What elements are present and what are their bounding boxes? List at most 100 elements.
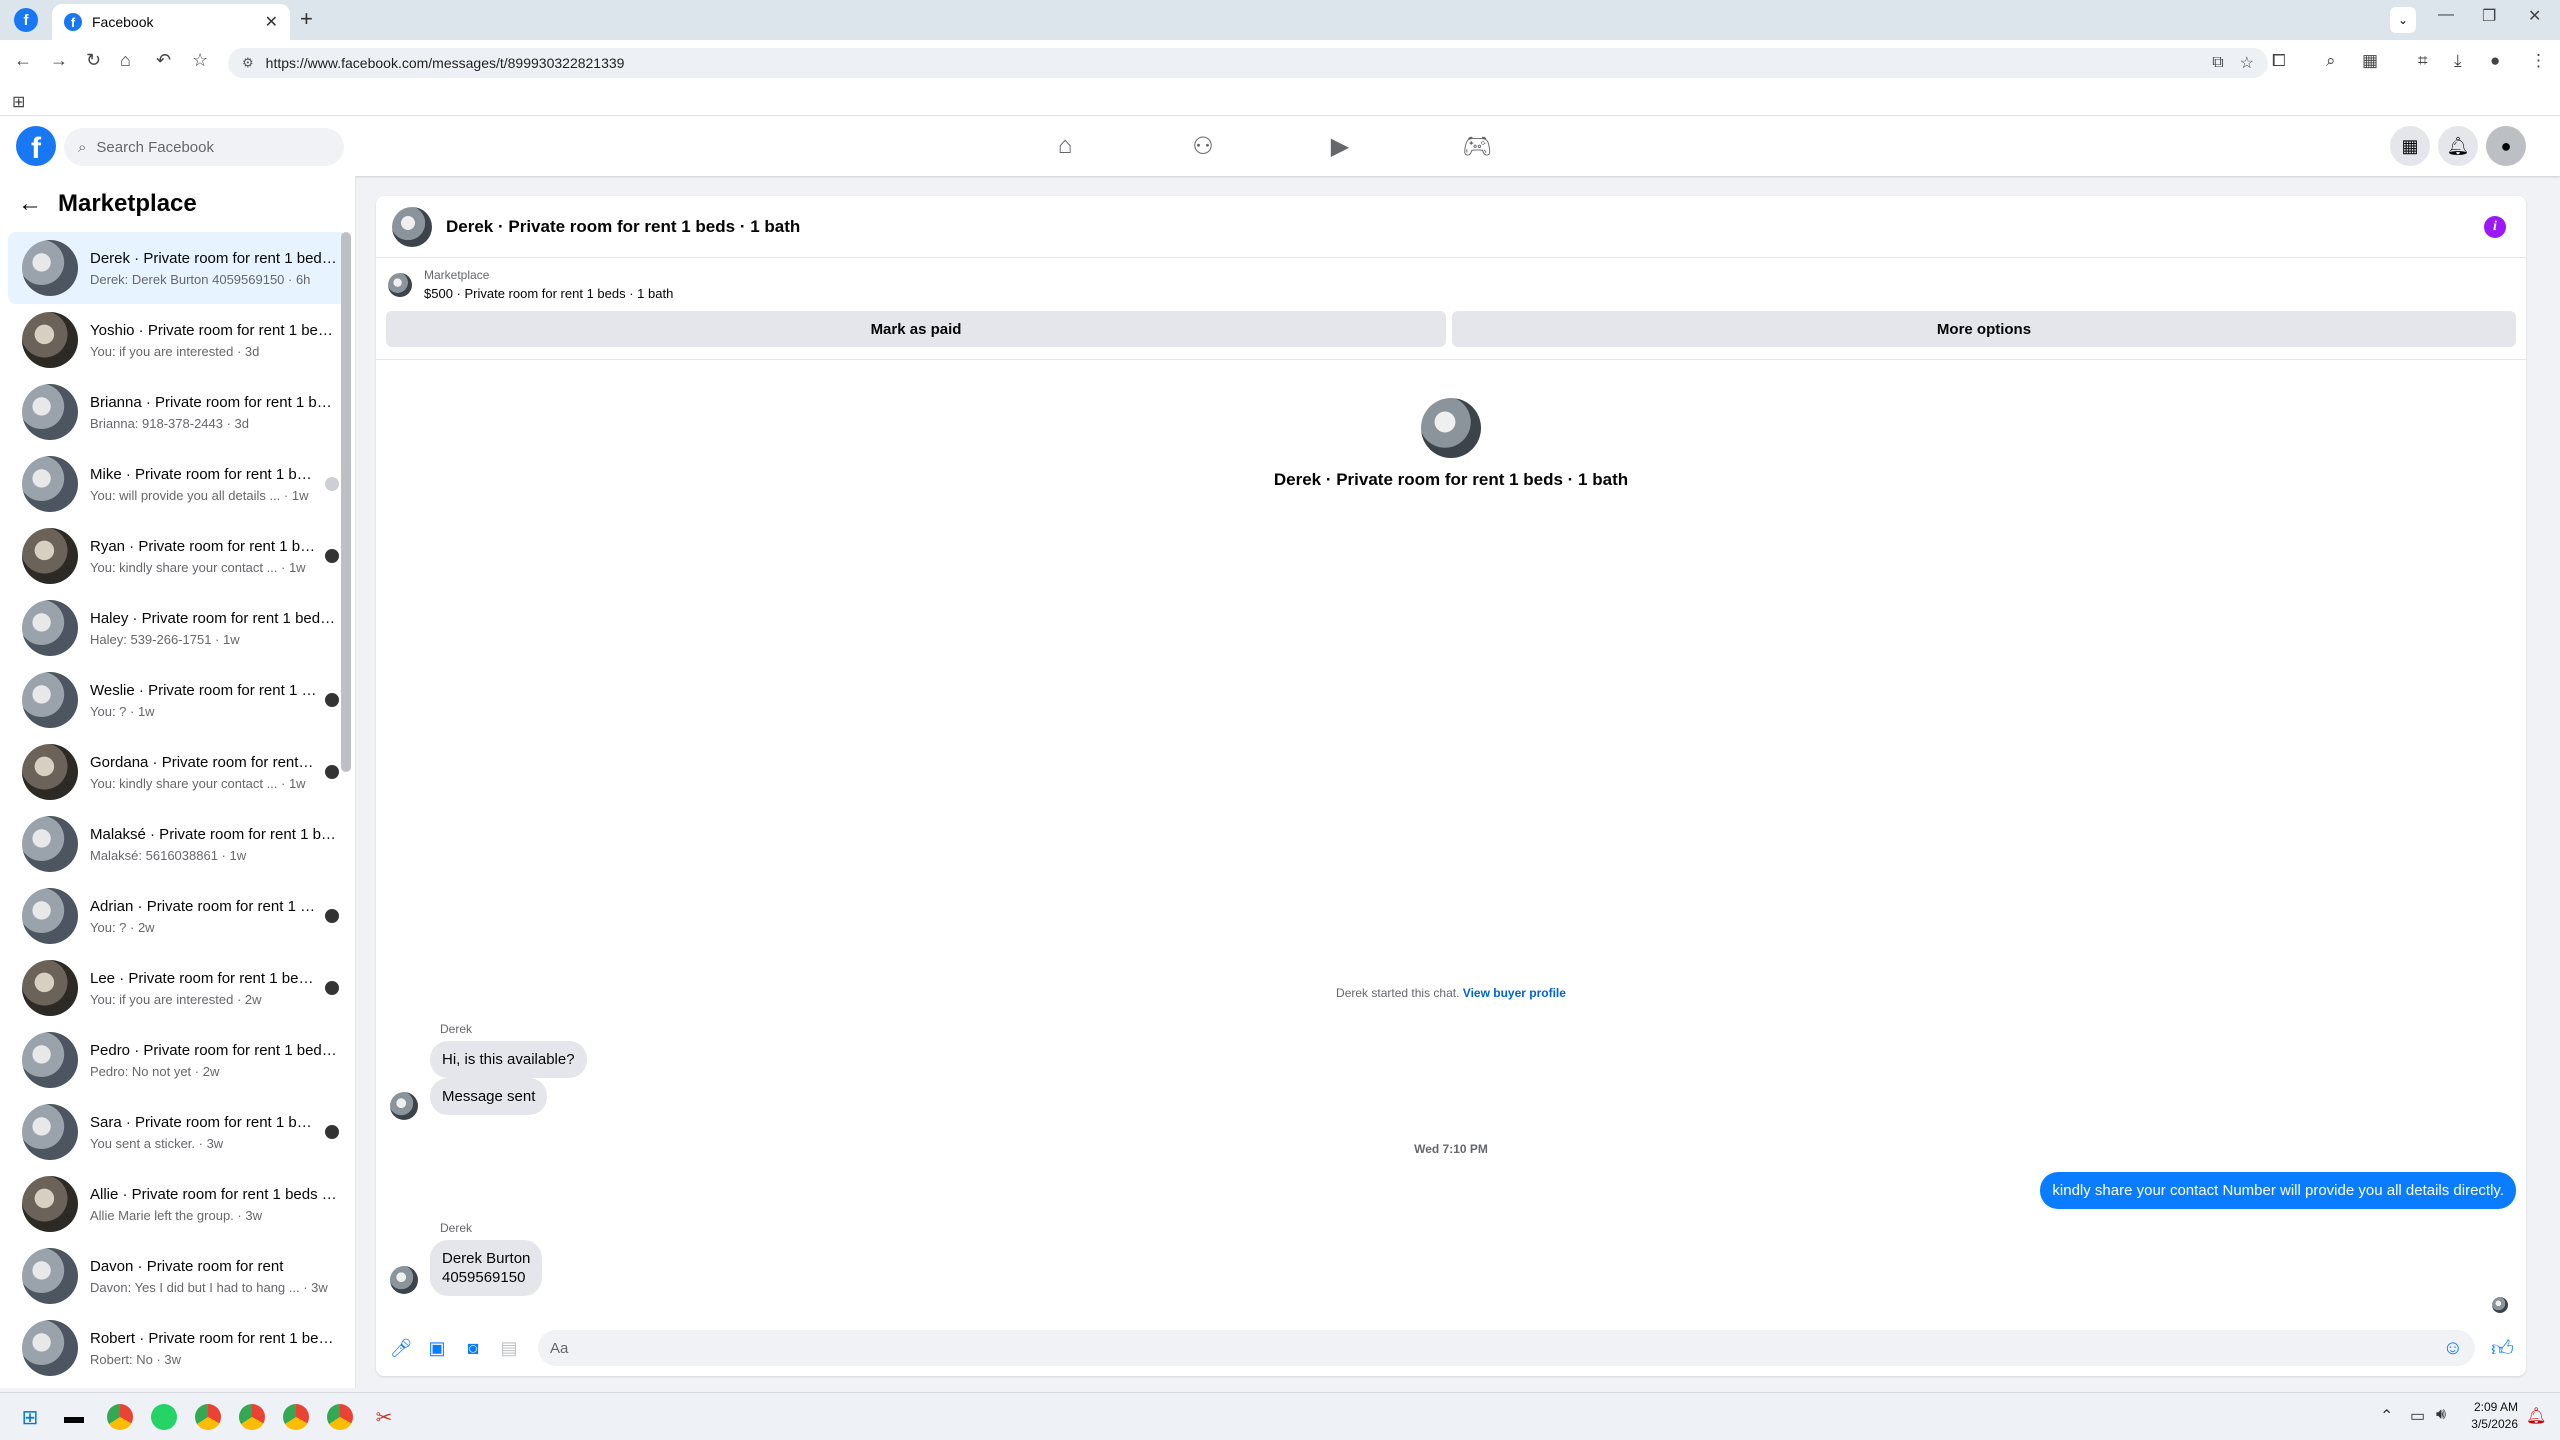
menu-grid-icon[interactable]: ▦ (2390, 126, 2430, 166)
site-info-icon[interactable]: ⚙ (242, 55, 254, 71)
conversation-thumbnail (22, 744, 78, 800)
snipping-tool-icon[interactable]: ✂ (368, 1401, 400, 1433)
notifications-bell-icon[interactable]: 🔔︎ (2438, 126, 2478, 166)
conversation-item[interactable]: Brianna · Private room for rent 1 beds ·… (8, 376, 347, 448)
sender-avatar[interactable] (390, 1092, 418, 1120)
message-line: 4059569150 (442, 1269, 526, 1286)
new-tab-button[interactable]: + (300, 6, 313, 32)
chat-avatar[interactable] (392, 206, 432, 247)
notification-bell-icon[interactable]: 🔔︎ (2526, 1406, 2546, 1426)
conversation-item[interactable]: Davon · Private room for rent Davon: Yes … (8, 1240, 347, 1312)
bookmark-star-icon[interactable]: ☆ (192, 50, 208, 71)
home-icon[interactable]: ⌂ (120, 50, 131, 71)
task-view-icon[interactable]: ▬ (58, 1401, 90, 1433)
gif-icon[interactable]: ▤ (496, 1335, 522, 1361)
conversation-item[interactable]: Derek · Private room for rent 1 beds · 1… (8, 232, 347, 304)
conversation-preview: You: ? · 2w (90, 919, 155, 935)
view-buyer-profile-link[interactable]: View buyer profile (1463, 986, 1566, 1000)
sidebar-scrollbar[interactable] (341, 232, 351, 772)
account-avatar[interactable]: ● (2486, 126, 2526, 166)
message-input[interactable] (550, 1339, 2443, 1357)
menu-kebab-icon[interactable]: ⋮ (2530, 51, 2547, 71)
incoming-message[interactable]: Hi, is this available? (430, 1041, 587, 1078)
profile-icon[interactable]: ● (2490, 51, 2500, 71)
conversation-item[interactable]: Yoshio · Private room for rent 1 beds · … (8, 304, 347, 376)
windows-start-icon[interactable]: ⊞ (14, 1401, 46, 1433)
pinned-facebook-tab[interactable]: f (14, 8, 38, 32)
forward-arrow-icon[interactable]: → (50, 50, 68, 71)
conversation-thumbnail (22, 816, 78, 872)
back-arrow-icon[interactable]: ← (18, 190, 42, 218)
chat-title[interactable]: Derek · Private room for rent 1 beds · 1… (446, 217, 800, 237)
conversation-item[interactable]: Gordana · Private room for rent 1 beds ·… (8, 736, 347, 808)
search-input[interactable] (96, 138, 317, 156)
conversation-item[interactable]: Ryan · Private room for rent 1 beds · 1 … (8, 520, 347, 592)
facebook-logo-icon[interactable]: f (16, 126, 56, 166)
conversation-item[interactable]: Allie · Private room for rent 1 beds · 1… (8, 1168, 347, 1240)
nav-video-icon[interactable]: ▶ (1285, 126, 1395, 166)
microphone-icon[interactable]: 🎤︎ (388, 1335, 414, 1361)
network-icon[interactable]: ▭ (2410, 1406, 2425, 1426)
conversation-text: Mike · Private room for rent 1 beds · 1 … (90, 466, 317, 503)
incoming-message[interactable]: Message sent (430, 1078, 548, 1115)
conversation-item[interactable]: Weslie · Private room for rent 1 beds · … (8, 664, 347, 736)
conversation-item[interactable]: Sara · Private room for rent 1 beds · 1 … (8, 1096, 347, 1168)
nav-friends-icon[interactable]: ⚇ (1148, 126, 1258, 166)
zoom-search-icon[interactable]: ⌕ (2326, 51, 2336, 71)
system-clock[interactable]: 2:09 AM 3/5/2026 (2471, 1399, 2518, 1433)
restore-icon[interactable]: ❐ (2482, 6, 2496, 26)
emoji-icon[interactable]: ☺ (2443, 1337, 2463, 1360)
address-bar[interactable]: ⚙ https://www.facebook.com/messages/t/89… (228, 48, 2268, 78)
minimize-icon[interactable]: — (2438, 6, 2454, 24)
conversation-item[interactable]: Haley · Private room for rent 1 beds · 1… (8, 592, 347, 664)
outgoing-message[interactable]: kindly share your contact Number will pr… (2040, 1172, 2516, 1209)
chrome-profile-icon[interactable] (236, 1401, 268, 1433)
facebook-search[interactable]: ⌕ (64, 128, 344, 166)
info-icon[interactable]: i (2484, 216, 2506, 238)
chrome-profile-icon[interactable] (324, 1401, 356, 1433)
close-window-icon[interactable]: ✕ (2528, 6, 2541, 26)
conversation-item[interactable]: Pedro · Private room for rent 1 beds · 1… (8, 1024, 347, 1096)
mark-as-paid-button[interactable]: Mark as paid (386, 311, 1446, 347)
nav-gaming-icon[interactable]: 🎮︎ (1422, 126, 1532, 166)
star-page-icon[interactable]: ☆ (2240, 53, 2254, 73)
photo-icon[interactable]: ▣ (424, 1335, 450, 1361)
chrome-profile-icon[interactable] (192, 1401, 224, 1433)
listing-summary: $500 · Private room for rent 1 beds · 1 … (424, 286, 674, 301)
conversation-item[interactable]: Robert · Private room for rent 1 beds · … (8, 1312, 347, 1384)
thumbs-up-icon[interactable]: 👍︎ (2491, 1335, 2514, 1362)
clock-time: 2:09 AM (2473, 1400, 2518, 1414)
reload-icon[interactable]: ↻ (86, 50, 101, 71)
conversation-item[interactable]: Malaksé · Private room for rent 1 beds ·… (8, 808, 347, 880)
incoming-message[interactable]: Derek Burton 4059569150 (430, 1240, 543, 1296)
conversation-item[interactable]: Lee · Private room for rent 1 beds · 1 b… (8, 952, 347, 1024)
nav-home-icon[interactable]: ⌂ (1010, 126, 1120, 166)
extensions-puzzle-icon[interactable]: ⧠ (2272, 51, 2286, 71)
close-tab-icon[interactable]: ✕ (265, 12, 278, 32)
message-input-wrapper[interactable]: ☺ (538, 1330, 2475, 1366)
qr-grid-icon[interactable]: ▦ (2362, 51, 2378, 71)
marketplace-listing[interactable]: Marketplace $500 · Private room for rent… (376, 258, 2526, 307)
browser-tab-facebook[interactable]: f Facebook ✕ (52, 4, 290, 40)
chrome-app-icon[interactable] (104, 1401, 136, 1433)
seen-receipt-avatar (2492, 1297, 2508, 1313)
conversation-thumbnail (22, 1104, 78, 1160)
crop-icon[interactable]: ⌗ (2418, 51, 2428, 71)
conversation-item[interactable]: Mike · Private room for rent 1 beds · 1 … (8, 448, 347, 520)
whatsapp-app-icon[interactable] (148, 1401, 180, 1433)
more-options-button[interactable]: More options (1452, 311, 2516, 347)
install-app-icon[interactable]: ⧉ (2212, 54, 2223, 72)
volume-icon[interactable]: 🔊︎ (2436, 1406, 2446, 1424)
sticker-icon[interactable]: ◙ (460, 1335, 486, 1361)
conversation-thumbnail (22, 1248, 78, 1304)
back-arrow-icon[interactable]: ← (14, 50, 32, 71)
conversation-text: Adrian · Private room for rent 1 beds · … (90, 898, 317, 935)
tray-chevron-up-icon[interactable]: ⌃ (2380, 1406, 2393, 1426)
chrome-profile-icon[interactable] (280, 1401, 312, 1433)
apps-grid-icon[interactable]: ⊞ (12, 92, 25, 112)
undo-icon[interactable]: ↶ (156, 50, 171, 71)
download-icon[interactable]: ⤓ (2454, 51, 2462, 71)
tab-search-chevron-down-icon[interactable]: ⌄ (2390, 7, 2416, 33)
conversation-item[interactable]: Adrian · Private room for rent 1 beds · … (8, 880, 347, 952)
sender-avatar[interactable] (390, 1266, 418, 1294)
